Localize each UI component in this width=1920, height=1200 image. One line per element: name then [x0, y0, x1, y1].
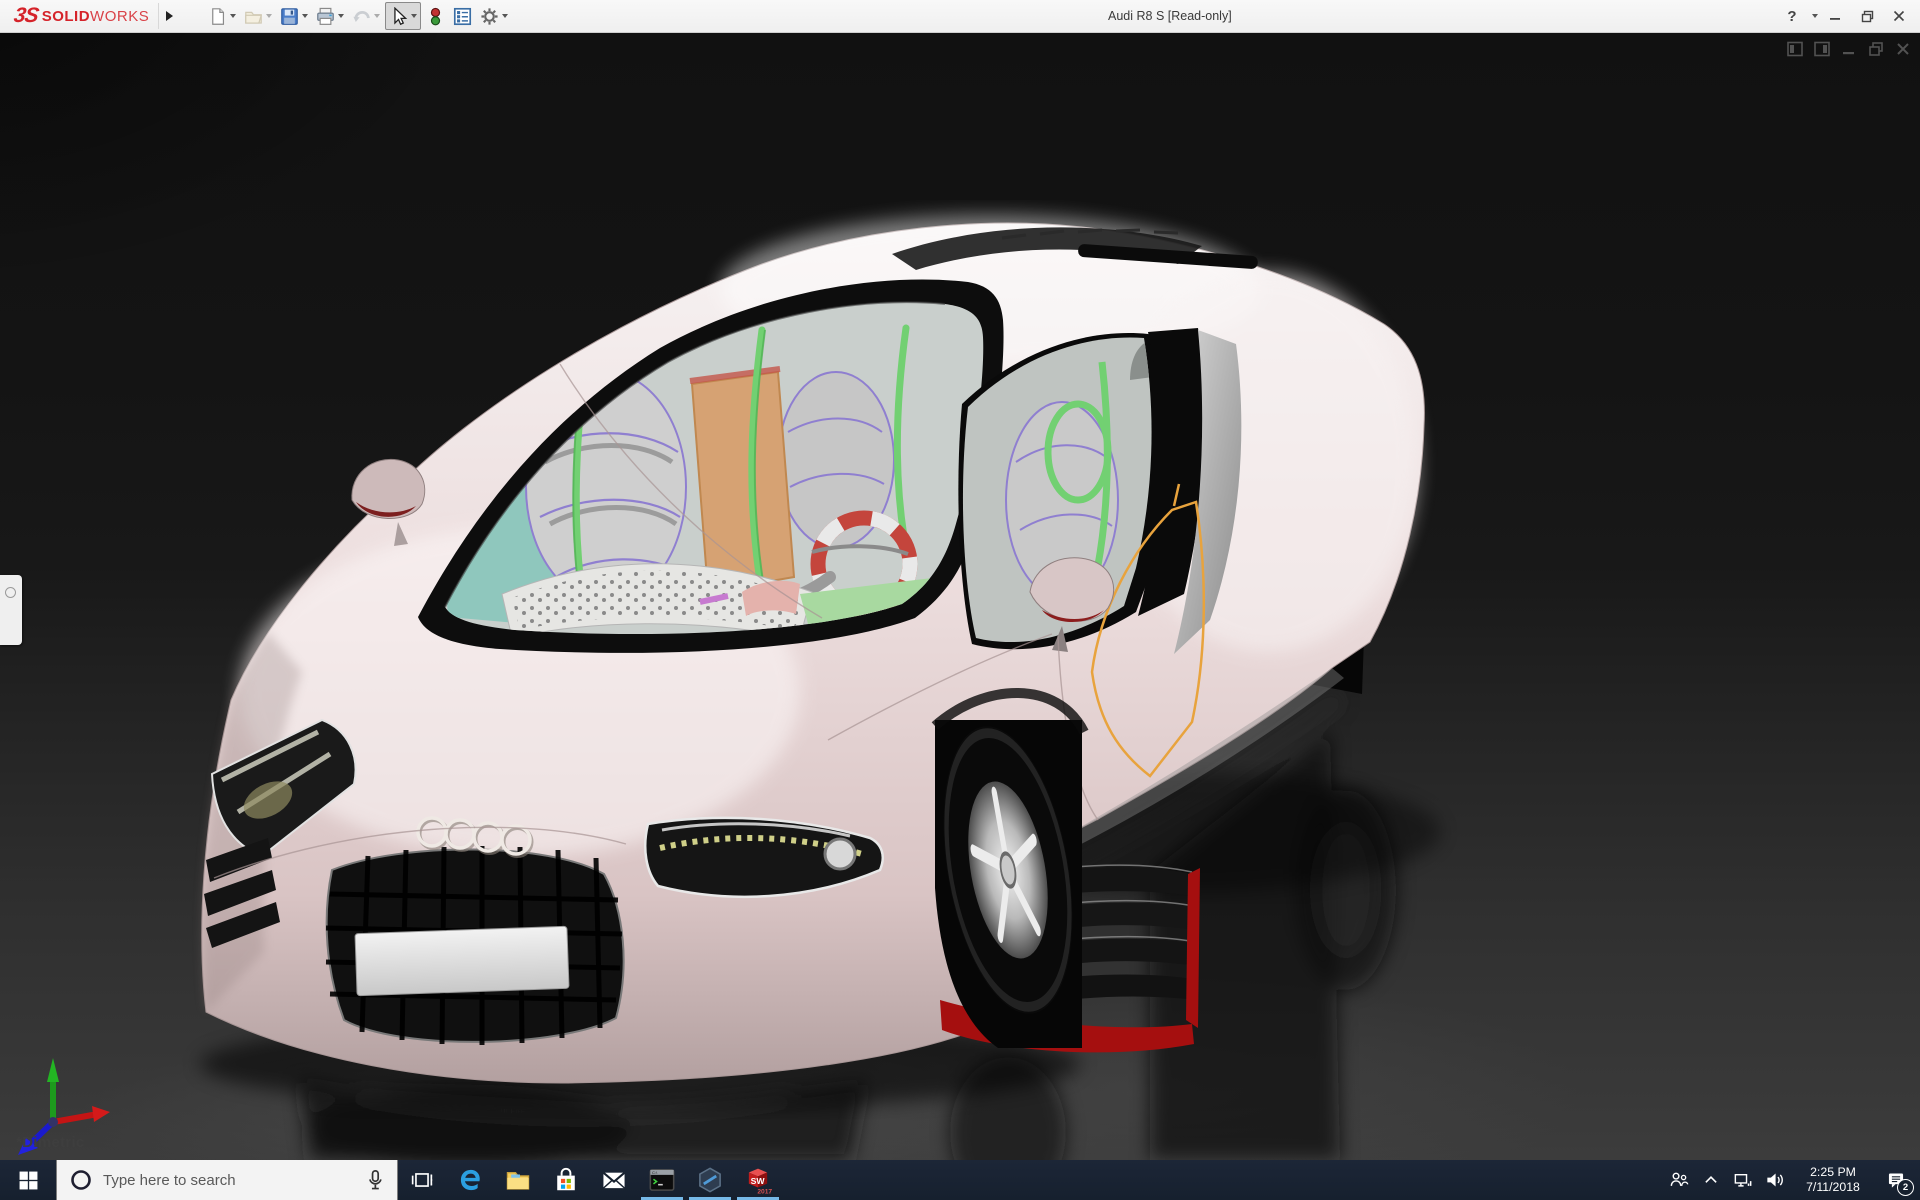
dropdown-caret-icon[interactable] [411, 14, 417, 18]
action-center-button[interactable]: 2 [1876, 1160, 1916, 1200]
open-folder-icon [245, 11, 263, 24]
network-button[interactable] [1728, 1160, 1758, 1200]
people-icon [1670, 1172, 1689, 1186]
brand-wordmark: SOLIDWORKS [41, 7, 150, 25]
notification-badge: 2 [1897, 1179, 1914, 1196]
clock[interactable]: 2:25 PM 7/11/2018 [1792, 1165, 1874, 1195]
store-icon [557, 1167, 575, 1191]
clock-date: 7/11/2018 [1806, 1180, 1860, 1194]
microphone-icon[interactable] [365, 1169, 385, 1191]
quick-access-toolbar [205, 0, 513, 32]
svg-text:2017: 2017 [757, 1189, 772, 1195]
restore-button[interactable] [1852, 3, 1882, 29]
undo-button[interactable] [349, 3, 383, 29]
open-button[interactable] [241, 3, 275, 29]
model-render [80, 215, 1580, 1160]
doc-minimize-icon[interactable] [1840, 40, 1858, 58]
dropdown-caret-icon[interactable] [230, 14, 236, 18]
solidworks-2017-icon: SW 2017 [748, 1168, 772, 1195]
new-document-button[interactable] [205, 3, 239, 29]
window-controls: ? [1777, 0, 1914, 32]
mail-button[interactable] [590, 1160, 638, 1200]
start-button[interactable] [0, 1160, 56, 1200]
view-orientation-label: *Dimetric [16, 1134, 85, 1151]
hexagon-app-button[interactable] [686, 1160, 734, 1200]
command-prompt-button[interactable]: C:\ [638, 1160, 686, 1200]
gear-icon [481, 7, 498, 25]
help-button[interactable]: ? [1777, 3, 1807, 29]
menu-expand-arrow-icon[interactable] [158, 3, 179, 29]
svg-text:SW: SW [751, 1176, 766, 1186]
task-view-icon [411, 1173, 433, 1187]
print-button[interactable] [313, 3, 347, 29]
edge-icon [460, 1169, 480, 1191]
volume-icon [1767, 1173, 1783, 1187]
volume-button[interactable] [1760, 1160, 1790, 1200]
right-pane-icon[interactable] [1813, 40, 1831, 58]
search-input[interactable] [101, 1170, 353, 1190]
dropdown-caret-icon[interactable] [302, 14, 308, 18]
close-button[interactable] [1884, 3, 1914, 29]
select-arrow-icon [394, 6, 408, 25]
clock-time: 2:25 PM [1810, 1165, 1856, 1179]
taskbar-search[interactable] [56, 1160, 398, 1200]
help-caret-icon[interactable] [1812, 14, 1818, 18]
left-pane-icon[interactable] [1786, 40, 1804, 58]
options-panes-button[interactable] [450, 3, 475, 29]
doc-restore-icon[interactable] [1867, 40, 1885, 58]
solidworks-logo: 3S SOLIDWORKS [12, 0, 150, 32]
file-explorer-icon [506, 1172, 530, 1190]
display-states-button[interactable] [423, 3, 448, 29]
pane-list-icon [453, 7, 472, 25]
network-icon [1734, 1174, 1752, 1187]
save-floppy-icon [281, 7, 298, 25]
people-button[interactable] [1664, 1160, 1694, 1200]
minimize-button[interactable] [1820, 3, 1850, 29]
featuremanager-flyout-tab[interactable] [0, 575, 22, 645]
license-plate [354, 925, 570, 997]
dassault-3s-icon: 3S [12, 4, 40, 27]
mail-icon [602, 1171, 626, 1189]
new-document-icon [212, 7, 225, 25]
settings-button[interactable] [477, 3, 511, 29]
app-titlebar: 3S SOLIDWORKS Audi R8 S [Read-only] ? [0, 0, 1920, 33]
solidworks-2017-button[interactable]: SW 2017 [734, 1160, 782, 1200]
dropdown-caret-icon[interactable] [502, 14, 508, 18]
dropdown-caret-icon[interactable] [266, 14, 272, 18]
dropdown-caret-icon[interactable] [374, 14, 380, 18]
select-tool-button[interactable] [385, 2, 421, 30]
hexagon-app-icon [699, 1167, 721, 1193]
flyout-dot-icon [5, 587, 16, 598]
chevron-up-icon [1705, 1176, 1717, 1183]
window-title: Audi R8 S [Read-only] [1108, 9, 1232, 23]
windows-logo-icon [19, 1171, 37, 1189]
document-window-controls [1786, 40, 1912, 58]
print-icon [317, 7, 334, 25]
windows-taskbar: C:\ SW 2017 [0, 1160, 1920, 1200]
save-button[interactable] [277, 3, 311, 29]
front-grille[interactable] [325, 846, 625, 1045]
edge-button[interactable] [446, 1160, 494, 1200]
tray-overflow-button[interactable] [1696, 1160, 1726, 1200]
undo-icon [353, 10, 370, 22]
system-tray: 2:25 PM 7/11/2018 2 [1664, 1160, 1920, 1200]
file-explorer-button[interactable] [494, 1160, 542, 1200]
traffic-light-icon [430, 7, 441, 25]
task-view-button[interactable] [398, 1160, 446, 1200]
svg-text:C:\: C:\ [652, 1170, 658, 1175]
dropdown-caret-icon[interactable] [338, 14, 344, 18]
cortana-icon [71, 1170, 91, 1190]
graphics-viewport[interactable]: *Dimetric [0, 32, 1920, 1160]
command-prompt-icon: C:\ [649, 1169, 675, 1191]
doc-close-icon[interactable] [1894, 40, 1912, 58]
store-button[interactable] [542, 1160, 590, 1200]
